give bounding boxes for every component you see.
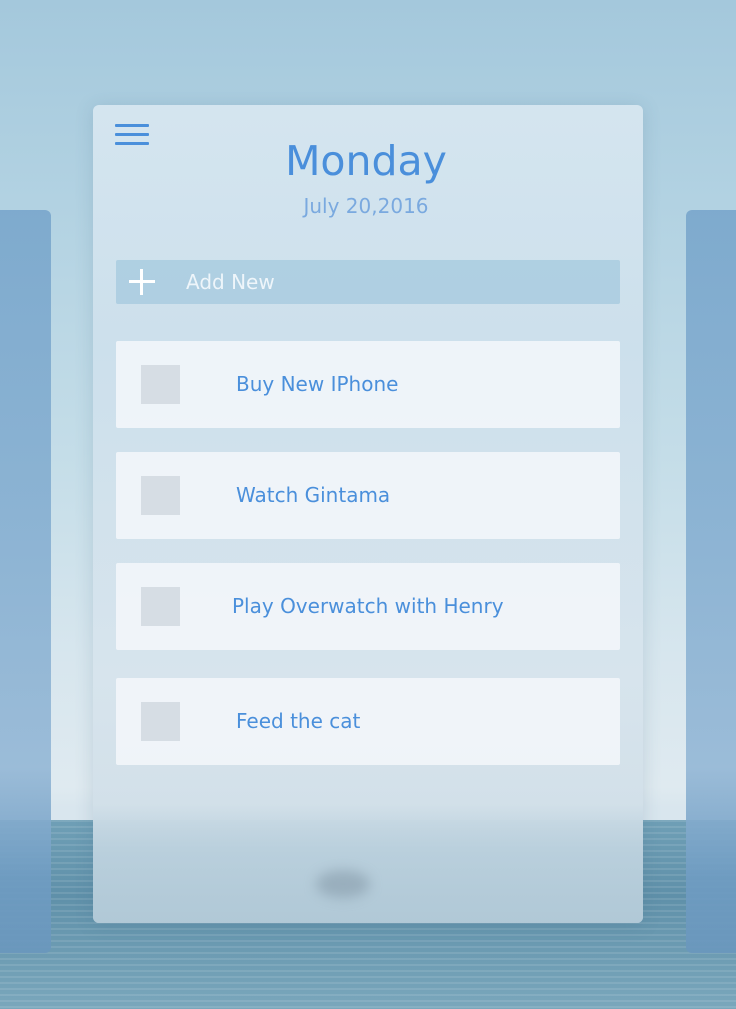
add-new-button[interactable]: Add New [116,260,620,304]
task-label: Buy New IPhone [236,372,399,396]
day-title: Monday [285,137,447,185]
task-checkbox[interactable] [141,702,180,741]
task-label: Watch Gintama [236,483,391,507]
task-item[interactable]: Buy New IPhone [116,341,620,428]
menu-line [115,124,149,127]
card-bottom-fade [93,805,643,923]
task-item[interactable]: Watch Gintama [116,452,620,539]
day-card: Monday July 20,2016 Add New Buy New IPho… [93,105,643,923]
task-checkbox[interactable] [141,587,180,626]
task-checkbox[interactable] [141,476,180,515]
add-new-label: Add New [186,270,275,294]
task-item[interactable]: Play Overwatch with Henry [116,563,620,650]
drag-handle[interactable] [316,870,370,898]
next-day-card[interactable] [686,210,736,953]
task-label: Feed the cat [236,709,361,733]
task-item[interactable]: Feed the cat [116,678,620,765]
task-label: Play Overwatch with Henry [232,594,504,618]
plus-icon [128,268,156,296]
previous-day-card[interactable] [0,210,51,953]
date-subtitle: July 20,2016 [303,194,429,218]
task-checkbox[interactable] [141,365,180,404]
